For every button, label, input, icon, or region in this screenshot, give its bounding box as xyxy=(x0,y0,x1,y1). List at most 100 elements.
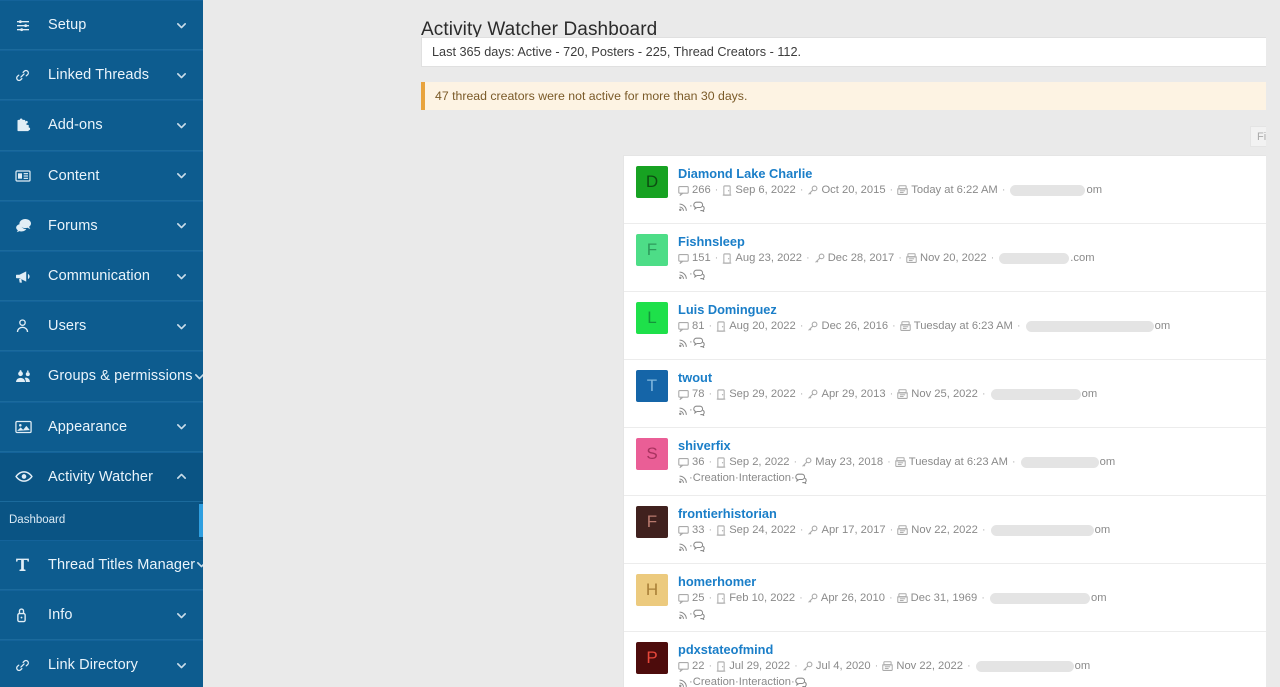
door-icon xyxy=(716,321,726,332)
registered-date: Apr 17, 2017 xyxy=(821,524,886,536)
avatar[interactable]: T xyxy=(636,370,668,402)
chevron-down-icon[interactable] xyxy=(175,609,189,622)
chevron-down-icon[interactable] xyxy=(175,69,189,82)
sidebar-item-forums[interactable]: Forums xyxy=(0,200,203,251)
user-list-panel: D Diamond Lake Charlie 266 · Sep 6, 2022 · Oct… xyxy=(623,155,1280,687)
sidebar-item-thread-titles-manager[interactable]: Thread Titles Manager xyxy=(0,539,203,591)
activity-flag[interactable]: Interaction xyxy=(739,471,791,486)
chevron-down-icon[interactable] xyxy=(175,219,189,232)
avatar-letter: S xyxy=(646,444,658,463)
chevron-down-icon[interactable] xyxy=(175,169,189,182)
sidebar-item-label: Link Directory xyxy=(48,657,139,674)
sidebar-item-users[interactable]: Users xyxy=(0,301,203,352)
chevron-down-icon[interactable] xyxy=(175,270,189,283)
sidebar-item-appearance[interactable]: Appearance xyxy=(0,401,203,452)
meta-separator: · xyxy=(799,524,804,536)
chevron-down-icon[interactable] xyxy=(175,320,189,333)
sidebar-item-activity-watcher[interactable]: Activity Watcher xyxy=(0,451,203,502)
avatar[interactable]: P xyxy=(636,642,668,674)
conversation-icon[interactable] xyxy=(795,677,807,687)
chevron-down-icon[interactable] xyxy=(193,370,203,383)
rss-icon[interactable] xyxy=(678,677,689,687)
username-link[interactable]: homerhomer xyxy=(678,574,756,589)
table-row[interactable]: L Luis Dominguez 81 · Aug 20, 2022 · Dec 26, 2… xyxy=(624,292,1280,360)
username-link[interactable]: pdxstateofmind xyxy=(678,642,773,657)
conversation-icon[interactable] xyxy=(693,405,705,416)
text-t-icon xyxy=(15,556,39,574)
username-link[interactable]: shiverfix xyxy=(678,438,731,453)
row-body: frontierhistorian 33 · Sep 24, 2022 · Apr 17,… xyxy=(678,505,1280,554)
row-actions: · Creation · Interaction · xyxy=(678,675,1280,687)
rss-icon[interactable] xyxy=(678,609,689,620)
row-metadata: 266 · Sep 6, 2022 · Oct 20, 2015 · Today at 6:… xyxy=(678,183,1280,198)
sidebar-item-groups-permissions[interactable]: Groups & permissions xyxy=(0,351,203,402)
conversation-icon[interactable] xyxy=(693,609,705,620)
redacted-email xyxy=(975,661,1074,672)
chevron-down-icon[interactable] xyxy=(175,119,189,132)
sidebar-item-communication[interactable]: Communication xyxy=(0,250,203,302)
door-icon xyxy=(716,457,726,468)
conversation-icon[interactable] xyxy=(693,269,705,280)
comment-icon xyxy=(678,661,689,672)
sidebar-item-label: Users xyxy=(48,318,87,335)
table-row[interactable]: Sshiverfix 36 · Sep 2, 2022 · May 23, 2018 · Tu… xyxy=(624,428,1280,496)
rss-icon[interactable] xyxy=(678,337,689,348)
rss-icon[interactable] xyxy=(678,269,689,280)
sidebar-item-label: Content xyxy=(48,167,100,184)
rss-icon[interactable] xyxy=(678,473,689,484)
message-count: 78 xyxy=(692,388,705,400)
sidebar-item-info[interactable]: Info xyxy=(0,590,203,641)
table-row[interactable]: D Diamond Lake Charlie 266 · Sep 6, 2022 · Oct… xyxy=(624,156,1280,224)
username-link[interactable]: twout xyxy=(678,370,712,385)
activity-flag[interactable]: Creation xyxy=(693,675,735,687)
sidebar-item-link-directory[interactable]: Link Directory xyxy=(0,640,203,687)
registered-date: May 23, 2018 xyxy=(815,456,884,468)
chevron-up-icon[interactable] xyxy=(175,470,189,483)
redacted-email xyxy=(1025,321,1154,332)
registered-date: Dec 26, 2016 xyxy=(821,320,889,332)
chevron-down-icon[interactable] xyxy=(175,659,189,672)
avatar[interactable]: S xyxy=(636,438,668,470)
chevron-down-icon[interactable] xyxy=(195,558,203,571)
rss-icon[interactable] xyxy=(678,405,689,416)
row-metadata: 33 · Sep 24, 2022 · Apr 17, 2017 · Nov 22, 202… xyxy=(678,523,1280,538)
avatar[interactable]: L xyxy=(636,302,668,334)
page-scrollbar[interactable] xyxy=(1266,0,1280,687)
activity-flag[interactable]: Creation xyxy=(693,471,735,486)
sidebar-item-setup[interactable]: Setup xyxy=(0,0,203,51)
conversation-icon[interactable] xyxy=(693,541,705,552)
row-metadata: 22 · Jul 29, 2022 · Jul 4, 2020 · Nov 22, 2022… xyxy=(678,659,1280,674)
sidebar-subitem-dashboard[interactable]: Dashboard xyxy=(0,501,203,540)
username-link[interactable]: frontierhistorian xyxy=(678,506,777,521)
sidebar-item-content[interactable]: Content xyxy=(0,150,203,201)
door-icon xyxy=(716,389,726,400)
username-link[interactable]: Luis Dominguez xyxy=(678,302,777,317)
conversation-icon[interactable] xyxy=(693,201,705,212)
conversation-icon[interactable] xyxy=(693,337,705,348)
table-row[interactable]: F Fishnsleep 151 · Aug 23, 2022 · Dec 28, 2017… xyxy=(624,224,1280,292)
joined-date: Sep 24, 2022 xyxy=(729,524,796,536)
table-row[interactable]: Ffrontierhistorian 33 · Sep 24, 2022 · Apr 17… xyxy=(624,496,1280,564)
username-link[interactable]: Diamond Lake Charlie xyxy=(678,166,812,181)
chevron-down-icon[interactable] xyxy=(175,420,189,433)
avatar[interactable]: F xyxy=(636,506,668,538)
avatar[interactable]: H xyxy=(636,574,668,606)
calendar-icon xyxy=(895,457,906,468)
avatar[interactable]: D xyxy=(636,166,668,198)
avatar[interactable]: F xyxy=(636,234,668,266)
table-row[interactable]: Hhomerhomer 25 · Feb 10, 2022 · Apr 26, 2010 ·… xyxy=(624,564,1280,632)
table-row[interactable]: Ttwout 78 · Sep 29, 2022 · Apr 29, 2013 · Nov 2… xyxy=(624,360,1280,428)
chevron-down-icon[interactable] xyxy=(175,19,189,32)
rss-icon[interactable] xyxy=(678,201,689,212)
activity-flag[interactable]: Interaction xyxy=(739,675,791,687)
notice-text: 47 thread creators were not active for m… xyxy=(435,89,748,103)
redacted-email xyxy=(990,389,1081,400)
sidebar-item-linked-threads[interactable]: Linked Threads xyxy=(0,50,203,101)
meta-separator: · xyxy=(708,524,713,536)
sidebar-item-add-ons[interactable]: Add-ons xyxy=(0,100,203,151)
table-row[interactable]: Ppdxstateofmind 22 · Jul 29, 2022 · Jul 4, 20… xyxy=(624,632,1280,687)
conversation-icon[interactable] xyxy=(795,473,807,484)
meta-separator: · xyxy=(708,592,713,604)
rss-icon[interactable] xyxy=(678,541,689,552)
username-link[interactable]: Fishnsleep xyxy=(678,234,745,249)
